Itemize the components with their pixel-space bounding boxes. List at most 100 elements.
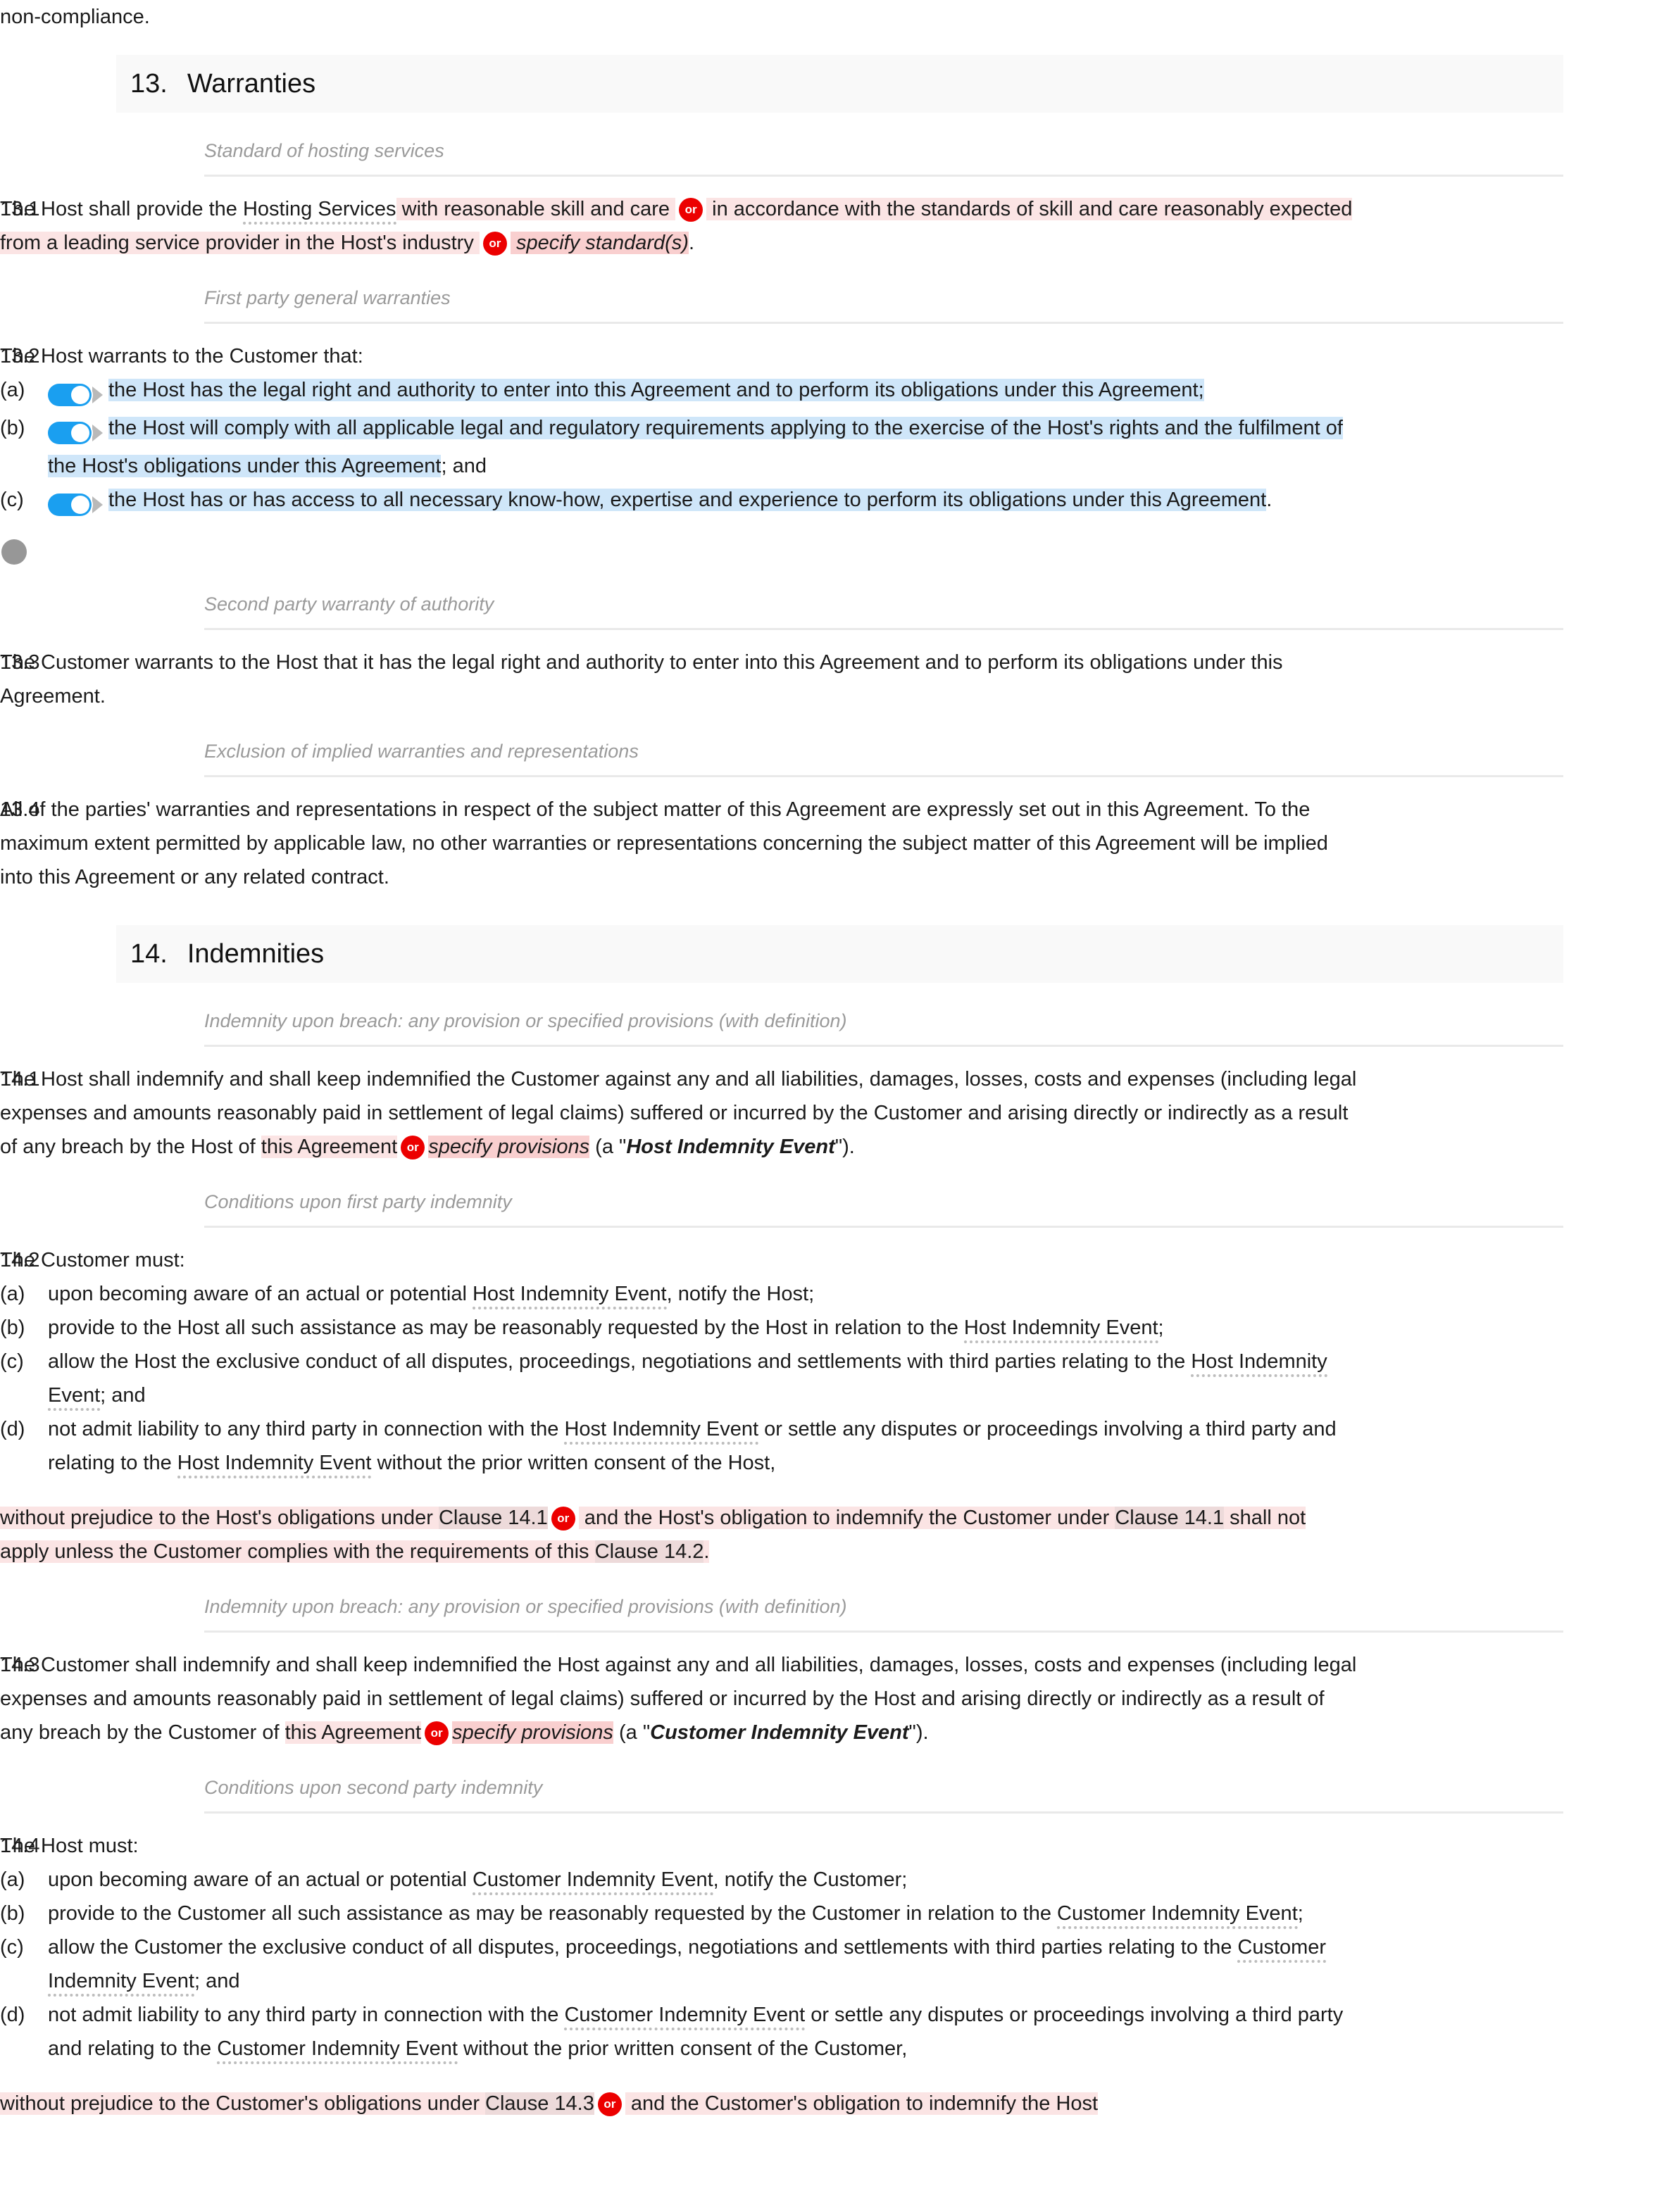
- text-fragment: provide to the Customer all such assista…: [48, 1902, 1058, 1925]
- document-page: non-compliance. 13. Warranties Standard …: [0, 0, 1676, 2149]
- text-fragment: and the Customer's obligation to indemni…: [625, 2092, 1099, 2115]
- cross-reference-clause-14-3[interactable]: Clause 14.3: [485, 2092, 594, 2115]
- or-alternative-badge[interactable]: or: [679, 198, 703, 222]
- or-alternative-badge[interactable]: or: [597, 2092, 622, 2116]
- clause-14-3[interactable]: 14.3 The Customer shall indemnify and sh…: [0, 1648, 1676, 1749]
- clause-14-2-tail-paragraph[interactable]: without prejudice to the Host's obligati…: [0, 1501, 1359, 1569]
- move-handle-row[interactable]: [0, 538, 1359, 566]
- defined-term-customer-indemnity-event[interactable]: Customer Indemnity Event: [564, 2004, 806, 2030]
- toggle-switch-on-13-2-b[interactable]: [48, 415, 103, 449]
- sub-item-14-2-a[interactable]: (a) upon becoming aware of an actual or …: [0, 1277, 1359, 1311]
- option-a-13-1[interactable]: with reasonable skill and care: [396, 198, 676, 220]
- toggle-switch-on-13-2-c[interactable]: [48, 487, 103, 521]
- clause-14-2[interactable]: 14.2 The Customer must: (a) upon becomin…: [0, 1243, 1676, 1569]
- sub-item-label: (b): [0, 1316, 25, 1339]
- clause-14-1[interactable]: 14.1 The Host shall indemnify and shall …: [0, 1062, 1676, 1164]
- defined-term-host-indemnity-event[interactable]: Host Indemnity Event: [472, 1283, 667, 1309]
- sub-item-text: not admit liability to any third party i…: [48, 1998, 1359, 2066]
- chevron-right-icon: [92, 425, 103, 442]
- defined-term-host-indemnity-event[interactable]: Host Indemnity Event: [177, 1452, 372, 1478]
- sub-item-14-4-d[interactable]: (d) not admit liability to any third par…: [0, 1998, 1359, 2066]
- text-fragment: allow the Host the exclusive conduct of …: [48, 1350, 1192, 1373]
- subheading-conditions-second-party-indemnity: Conditions upon second party indemnity: [204, 1773, 1563, 1814]
- option-b-14-3-placeholder[interactable]: specify provisions: [452, 1721, 613, 1744]
- text-fragment: The Host shall provide the: [0, 198, 243, 220]
- section-heading-13[interactable]: 13. Warranties: [116, 55, 1563, 113]
- sub-item-label: (b): [0, 417, 25, 439]
- defined-term-customer-indemnity-event[interactable]: Customer Indemnity Event: [1057, 1902, 1298, 1929]
- sub-item-body[interactable]: the Host has or has access to all necess…: [108, 489, 1267, 511]
- sub-item-text: allow the Customer the exclusive conduct…: [48, 1930, 1359, 1998]
- defined-term-hosting-services[interactable]: Hosting Services: [242, 198, 396, 225]
- sub-item-13-2-c[interactable]: (c) the Host has or has access to all ne…: [0, 483, 1359, 521]
- clause-text-13-3: The Customer warrants to the Host that i…: [0, 651, 1283, 708]
- sub-item-14-2-b[interactable]: (b) provide to the Host all such assista…: [0, 1311, 1359, 1345]
- clause-13-4[interactable]: 13.4 All of the parties' warranties and …: [0, 793, 1676, 894]
- sub-item-text: upon becoming aware of an actual or pote…: [48, 1863, 1359, 1897]
- sub-list-14-4: (a) upon becoming aware of an actual or …: [0, 1863, 1359, 2066]
- option-b-14-1-placeholder[interactable]: specify provisions: [428, 1136, 590, 1158]
- text-fragment: upon becoming aware of an actual or pote…: [48, 1283, 473, 1305]
- option-a-14-3[interactable]: this Agreement: [284, 1721, 422, 1744]
- text-fragment: ").: [908, 1721, 929, 1744]
- chevron-right-icon: [92, 387, 103, 404]
- clause-lead-in: The Customer must:: [0, 1249, 185, 1271]
- sub-item-suffix: ; and: [441, 455, 487, 477]
- text-fragment: not admit liability to any third party i…: [48, 1418, 565, 1440]
- sub-item-13-2-a[interactable]: (a) the Host has the legal right and aut…: [0, 373, 1359, 411]
- defined-term-customer-indemnity-event[interactable]: Customer Indemnity Event: [217, 2037, 458, 2064]
- text-fragment: upon becoming aware of an actual or pote…: [48, 1868, 473, 1891]
- sub-item-14-2-c[interactable]: (c) allow the Host the exclusive conduct…: [0, 1345, 1359, 1412]
- sub-item-label: (c): [0, 489, 24, 511]
- clause-14-4[interactable]: 14.4 The Host must: (a) upon becoming aw…: [0, 1829, 1676, 2120]
- quadrant-circle-icon[interactable]: [0, 538, 28, 566]
- section-heading-14[interactable]: 14. Indemnities: [116, 925, 1563, 983]
- text-fragment: without the prior written consent of the…: [371, 1452, 776, 1474]
- cross-reference-clause-14-2[interactable]: Clause 14.2: [594, 1540, 704, 1563]
- clause-13-2[interactable]: 13.2 The Host warrants to the Customer t…: [0, 339, 1676, 566]
- clause-14-4-tail-paragraph[interactable]: without prejudice to the Customer's obli…: [0, 2087, 1359, 2120]
- sub-item-text: provide to the Host all such assistance …: [48, 1311, 1359, 1345]
- toggle-switch-on-13-2-a[interactable]: [48, 377, 103, 411]
- sub-item-body[interactable]: the Host has the legal right and authori…: [108, 379, 1204, 401]
- text-fragment: ").: [834, 1136, 855, 1158]
- sub-item-text: the Host has the legal right and authori…: [48, 373, 1359, 411]
- text-fragment: .: [703, 1540, 710, 1563]
- cross-reference-clause-14-1[interactable]: Clause 14.1: [1115, 1507, 1225, 1529]
- sub-list-14-2: (a) upon becoming aware of an actual or …: [0, 1277, 1359, 1480]
- sub-item-14-2-d[interactable]: (d) not admit liability to any third par…: [0, 1412, 1359, 1480]
- defined-term-customer-indemnity-event[interactable]: Customer Indemnity Event: [472, 1868, 713, 1895]
- option-c-13-1-placeholder[interactable]: specify standard(s): [510, 232, 689, 254]
- sub-item-body[interactable]: the Host will comply with all applicable…: [48, 417, 1343, 477]
- or-alternative-badge[interactable]: or: [482, 232, 507, 256]
- text-fragment: (a ": [613, 1721, 651, 1744]
- text-fragment: , notify the Customer;: [713, 1868, 908, 1891]
- or-alternative-badge[interactable]: or: [425, 1721, 449, 1745]
- sub-item-14-4-c[interactable]: (c) allow the Customer the exclusive con…: [0, 1930, 1359, 1998]
- clause-13-1[interactable]: 13.1 The Host shall provide the Hosting …: [0, 192, 1676, 260]
- text-fragment: .: [688, 232, 695, 254]
- text-fragment: not admit liability to any third party i…: [48, 2004, 565, 2026]
- sub-item-text: upon becoming aware of an actual or pote…: [48, 1277, 1359, 1311]
- defined-term-host-indemnity-event[interactable]: Host Indemnity Event: [564, 1418, 759, 1445]
- defined-term-host-indemnity-event[interactable]: Host Indemnity Event: [963, 1316, 1158, 1343]
- or-alternative-badge[interactable]: or: [551, 1507, 575, 1531]
- subheading-exclusion-of-implied-warranties: Exclusion of implied warranties and repr…: [204, 737, 1563, 777]
- defined-term-host-indemnity-event: Host Indemnity Event: [626, 1136, 835, 1158]
- sub-item-14-4-a[interactable]: (a) upon becoming aware of an actual or …: [0, 1863, 1359, 1897]
- sub-item-suffix: .: [1266, 489, 1272, 511]
- sub-item-text: the Host has or has access to all necess…: [48, 483, 1359, 521]
- sub-item-text: not admit liability to any third party i…: [48, 1412, 1359, 1480]
- subheading-conditions-first-party-indemnity: Conditions upon first party indemnity: [204, 1188, 1563, 1228]
- section-number-14: 14.: [130, 938, 168, 969]
- or-alternative-badge[interactable]: or: [401, 1136, 425, 1160]
- sub-item-14-4-b[interactable]: (b) provide to the Customer all such ass…: [0, 1897, 1359, 1930]
- subheading-indemnity-upon-breach-first: Indemnity upon breach: any provision or …: [204, 1007, 1563, 1047]
- subheading-first-party-general-warranties: First party general warranties: [204, 284, 1563, 324]
- clause-13-3[interactable]: 13.3 The Customer warrants to the Host t…: [0, 646, 1676, 713]
- text-fragment: (a ": [589, 1136, 627, 1158]
- option-a-14-1[interactable]: this Agreement: [261, 1136, 398, 1158]
- cross-reference-clause-14-1[interactable]: Clause 14.1: [438, 1507, 548, 1529]
- sub-item-13-2-b[interactable]: (b) the Host will comply with all applic…: [0, 411, 1359, 483]
- sub-item-label: (d): [0, 1418, 25, 1440]
